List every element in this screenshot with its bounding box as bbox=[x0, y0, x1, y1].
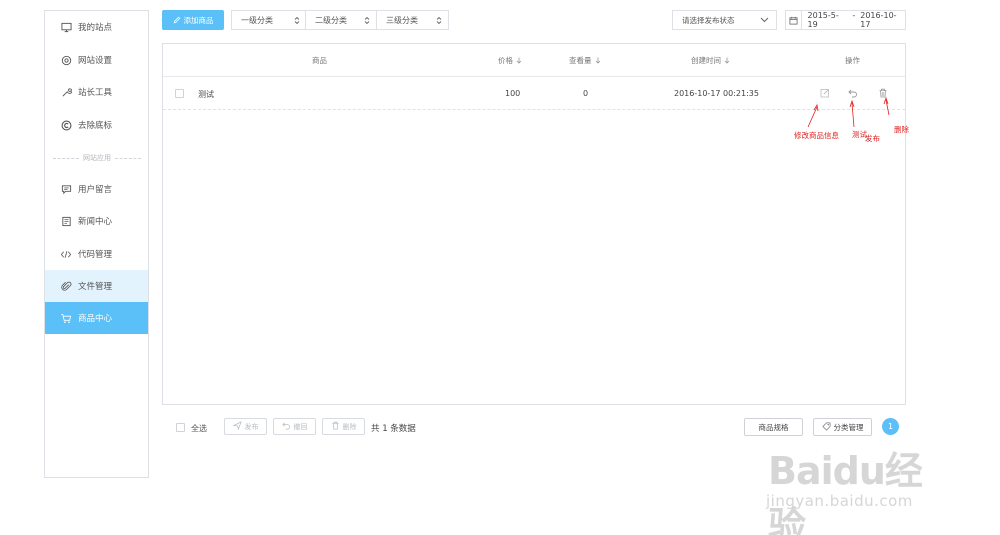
bulk-delete-button[interactable]: 删除 bbox=[322, 418, 365, 435]
product-table: 商品 价格 查看量 创建时间 操作 测试 100 0 2016-10-17 00… bbox=[162, 43, 906, 405]
news-icon bbox=[60, 215, 72, 227]
row-created: 2016-10-17 00:21:35 bbox=[674, 89, 759, 98]
column-header-label: 价格 bbox=[498, 56, 513, 65]
sort-down-icon bbox=[516, 57, 522, 64]
date-range-picker[interactable]: 2015-5-19 - 2016-10-17 bbox=[785, 10, 906, 30]
annotation-delete: 删除 bbox=[894, 125, 909, 134]
publish-status-value: 请选择发布状态 bbox=[682, 15, 735, 25]
category-1-select[interactable]: 一级分类 bbox=[231, 10, 307, 30]
column-header-label: 操作 bbox=[845, 56, 860, 65]
send-icon bbox=[232, 421, 242, 432]
column-header-label: 商品 bbox=[312, 56, 327, 65]
category-2-select[interactable]: 二级分类 bbox=[305, 10, 377, 30]
sidebar-item-remove-footer[interactable]: 去除底标 bbox=[45, 109, 148, 141]
pagination-page[interactable]: 1 bbox=[882, 418, 899, 435]
category-1-value: 一级分类 bbox=[241, 15, 273, 25]
sidebar-item-code[interactable]: 代码管理 bbox=[45, 238, 148, 270]
column-header-actions: 操作 bbox=[845, 55, 860, 66]
sidebar-item-label: 代码管理 bbox=[78, 250, 113, 260]
category-3-value: 三级分类 bbox=[386, 15, 418, 25]
column-header-product: 商品 bbox=[312, 55, 327, 66]
sort-down-icon bbox=[724, 57, 730, 64]
sidebar-item-label: 站长工具 bbox=[78, 88, 113, 98]
column-header-created[interactable]: 创建时间 bbox=[691, 55, 730, 66]
chevron-down-icon bbox=[760, 17, 769, 23]
sidebar-item-label: 商品中心 bbox=[78, 314, 113, 324]
add-product-button[interactable]: 添加商品 bbox=[162, 10, 224, 30]
gear-icon bbox=[60, 54, 72, 66]
calendar-icon bbox=[786, 11, 802, 29]
product-spec-label: 商品规格 bbox=[758, 422, 789, 432]
sidebar-divider: 网站应用 bbox=[53, 153, 141, 163]
publish-status-select[interactable]: 请选择发布状态 bbox=[672, 10, 777, 30]
sidebar-item-label: 新闻中心 bbox=[78, 217, 113, 227]
row-product-name: 测试 bbox=[198, 90, 214, 99]
sidebar-item-files[interactable]: 文件管理 bbox=[45, 270, 148, 302]
sort-caret-icon bbox=[436, 16, 442, 25]
column-header-views[interactable]: 查看量 bbox=[569, 55, 601, 66]
category-manage-label: 分类管理 bbox=[833, 422, 864, 432]
sidebar-item-webmaster-tools[interactable]: 站长工具 bbox=[45, 76, 148, 108]
annotation-edit: 修改商品信息 bbox=[794, 131, 839, 140]
trash-icon bbox=[331, 421, 340, 432]
sidebar-item-label: 用户留言 bbox=[78, 185, 113, 195]
sidebar-item-label: 去除底标 bbox=[78, 121, 113, 131]
category-3-select[interactable]: 三级分类 bbox=[376, 10, 449, 30]
column-header-price[interactable]: 价格 bbox=[498, 55, 522, 66]
trash-icon[interactable] bbox=[877, 87, 889, 99]
sidebar-item-messages[interactable]: 用户留言 bbox=[45, 173, 148, 205]
bulk-publish-label: 发布 bbox=[244, 422, 259, 431]
row-views: 0 bbox=[583, 89, 589, 98]
sidebar-item-news[interactable]: 新闻中心 bbox=[45, 205, 148, 237]
row-checkbox[interactable] bbox=[175, 89, 184, 98]
sidebar-item-label: 文件管理 bbox=[78, 282, 113, 292]
sidebar-item-products[interactable]: 商品中心 bbox=[45, 302, 148, 334]
sort-caret-icon bbox=[364, 16, 370, 25]
wrench-icon bbox=[60, 86, 72, 98]
message-icon bbox=[60, 183, 72, 195]
sort-down-icon bbox=[595, 57, 601, 64]
category-2-value: 二级分类 bbox=[315, 15, 347, 25]
code-icon bbox=[60, 248, 72, 260]
column-header-label: 创建时间 bbox=[691, 56, 721, 65]
bulk-withdraw-button[interactable]: 撤回 bbox=[273, 418, 316, 435]
date-end: 2016-10-17 bbox=[860, 11, 897, 29]
sidebar-divider-label: 网站应用 bbox=[83, 154, 111, 162]
tag-icon bbox=[821, 422, 831, 433]
sidebar-item-label: 我的站点 bbox=[78, 23, 113, 33]
watermark-url: jingyan.baidu.com bbox=[766, 492, 913, 510]
add-product-label: 添加商品 bbox=[183, 15, 214, 25]
product-spec-button[interactable]: 商品规格 bbox=[744, 418, 803, 436]
total-count: 共 1 条数据 bbox=[371, 424, 416, 434]
sidebar-item-label: 网站设置 bbox=[78, 56, 113, 66]
copyright-icon bbox=[60, 119, 72, 131]
table-header: 商品 价格 查看量 创建时间 操作 bbox=[163, 44, 905, 77]
column-header-label: 查看量 bbox=[569, 56, 592, 65]
edit-icon[interactable] bbox=[819, 87, 831, 99]
undo-icon[interactable] bbox=[847, 87, 859, 99]
select-all-label: 全选 bbox=[191, 424, 207, 433]
cart-icon bbox=[60, 312, 72, 324]
monitor-icon bbox=[60, 21, 72, 33]
bulk-delete-label: 删除 bbox=[342, 422, 357, 431]
table-row: 测试 100 0 2016-10-17 00:21:35 bbox=[163, 77, 905, 110]
row-price: 100 bbox=[505, 89, 521, 98]
watermark-logo-text: Baidu经验 bbox=[768, 449, 923, 535]
date-separator: - bbox=[852, 11, 856, 20]
sidebar: 我的站点 网站设置 站长工具 去除底标 网站应用 用户留言 新闻中心 代码管理 … bbox=[44, 10, 149, 478]
baidu-watermark: Baidu经验 jingyan.baidu.com bbox=[760, 440, 950, 535]
annotation-publish: 发布 bbox=[865, 134, 880, 143]
sidebar-item-site-settings[interactable]: 网站设置 bbox=[45, 44, 148, 76]
bulk-withdraw-label: 撤回 bbox=[293, 422, 308, 431]
bulk-publish-button[interactable]: 发布 bbox=[224, 418, 267, 435]
pencil-icon bbox=[173, 16, 181, 24]
select-all-checkbox[interactable] bbox=[176, 423, 185, 432]
date-start: 2015-5-19 bbox=[807, 11, 839, 29]
paperclip-icon bbox=[60, 280, 72, 292]
sort-caret-icon bbox=[294, 16, 300, 25]
category-manage-button[interactable]: 分类管理 bbox=[813, 418, 872, 436]
sidebar-item-my-site[interactable]: 我的站点 bbox=[45, 11, 148, 43]
undo-icon bbox=[281, 421, 291, 432]
